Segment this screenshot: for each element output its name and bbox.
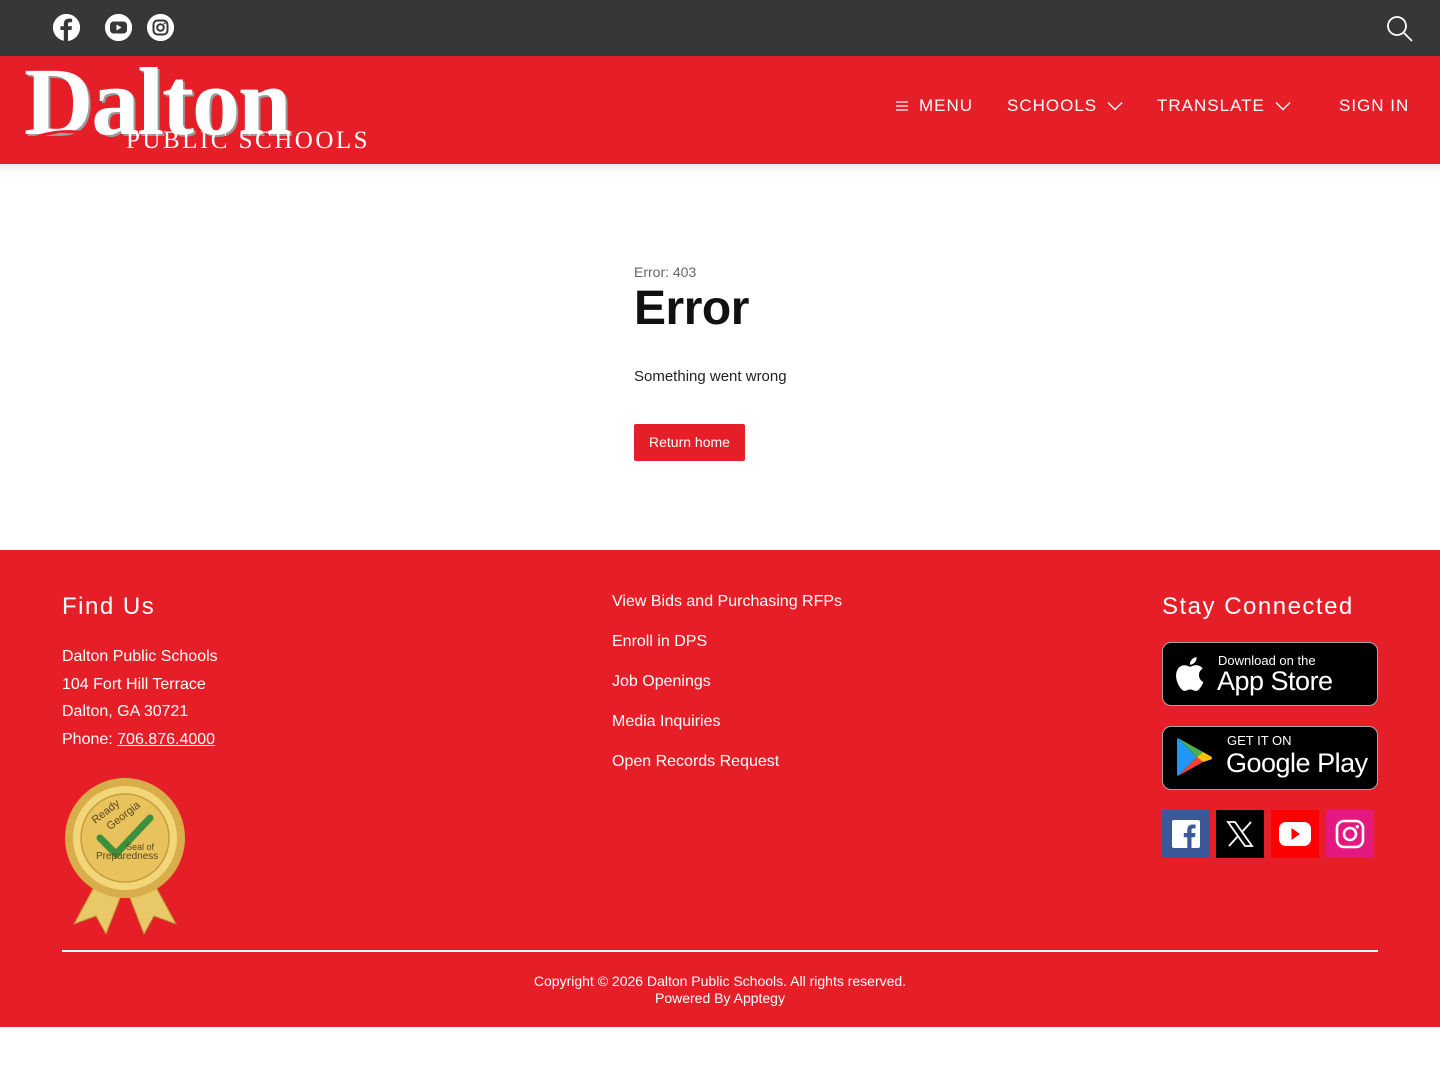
seal-text-4: Preparedness	[96, 851, 159, 862]
schools-label: SCHOOLS	[1007, 96, 1098, 115]
phone-label: Phone:	[62, 730, 118, 748]
chevron-down-icon	[1275, 102, 1291, 111]
find-us-heading: Find Us	[62, 593, 156, 620]
footer-link[interactable]: Job Openings	[612, 673, 842, 713]
copyright-block: Copyright © 2026 Dalton Public Schools. …	[0, 973, 1440, 1007]
footer-link[interactable]: Media Inquiries	[612, 713, 842, 753]
search-icon[interactable]	[1386, 15, 1414, 43]
translate-label: TRANSLATE	[1157, 96, 1265, 115]
header-shadow	[0, 164, 1440, 174]
footer-link[interactable]: Open Records Request	[612, 753, 842, 793]
footer-links: View Bids and Purchasing RFPs Enroll in …	[612, 593, 842, 793]
google-play-icon	[1177, 738, 1213, 776]
instagram-icon[interactable]	[1326, 810, 1374, 858]
page-title: Error	[634, 282, 749, 335]
error-panel: Error: 403 Error Something went wrong Re…	[634, 264, 787, 461]
x-icon[interactable]	[1216, 810, 1264, 858]
logo-subtitle: PUBLIC SCHOOLS	[126, 127, 371, 154]
apple-icon	[1176, 657, 1204, 691]
instagram-icon[interactable]	[147, 14, 174, 41]
youtube-icon[interactable]	[1271, 810, 1319, 858]
sign-in-label: SIGN IN	[1339, 96, 1410, 115]
ready-georgia-seal: Ready Georgia Seal of Preparedness	[62, 776, 192, 936]
footer-link[interactable]: View Bids and Purchasing RFPs	[612, 593, 842, 633]
youtube-icon[interactable]	[105, 14, 132, 41]
address-city: Dalton, GA 30721	[62, 703, 189, 720]
footer-divider	[62, 950, 1378, 952]
error-code: Error: 403	[634, 264, 697, 280]
chevron-down-icon	[1107, 102, 1123, 111]
facebook-icon[interactable]	[1162, 810, 1210, 858]
address-name: Dalton Public Schools	[62, 648, 218, 665]
site-header: Dalton PUBLIC SCHOOLS MENU SCHOOLS TRANS…	[0, 52, 1440, 164]
district-logo[interactable]: Dalton PUBLIC SCHOOLS	[24, 52, 374, 156]
google-play-line1: GET IT ON	[1227, 733, 1292, 748]
powered-by-link[interactable]: Powered By Apptegy	[0, 990, 1440, 1007]
google-play-line2: Google Play	[1226, 748, 1368, 778]
app-store-line2: App Store	[1217, 666, 1333, 696]
sign-in-link[interactable]: SIGN IN	[1339, 96, 1409, 116]
phone-link[interactable]: 706.876.4000	[117, 731, 215, 748]
menu-label: MENU	[919, 96, 974, 115]
return-home-button[interactable]: Return home	[634, 424, 745, 461]
stay-connected-heading: Stay Connected	[1162, 593, 1354, 620]
google-play-badge[interactable]: GET IT ON Google Play	[1162, 726, 1378, 790]
footer-link[interactable]: Enroll in DPS	[612, 633, 842, 673]
phone-line: Phone: 706.876.4000	[62, 726, 218, 754]
menu-button[interactable]: MENU	[895, 96, 973, 116]
schools-dropdown[interactable]: SCHOOLS	[1007, 96, 1123, 116]
hamburger-icon	[896, 101, 908, 111]
logo-swoosh	[25, 130, 125, 152]
error-message: Something went wrong	[634, 368, 787, 385]
address-street: 104 Fort Hill Terrace	[62, 675, 206, 693]
facebook-icon[interactable]	[53, 14, 80, 41]
site-footer: Find Us Dalton Public Schools 104 Fort H…	[0, 550, 1440, 1027]
address-block: Dalton Public Schools 104 Fort Hill Terr…	[62, 643, 218, 753]
copyright-text: Copyright © 2026 Dalton Public Schools. …	[533, 973, 907, 989]
app-store-badge[interactable]: Download on the App Store	[1162, 642, 1378, 706]
translate-dropdown[interactable]: TRANSLATE	[1157, 96, 1291, 116]
